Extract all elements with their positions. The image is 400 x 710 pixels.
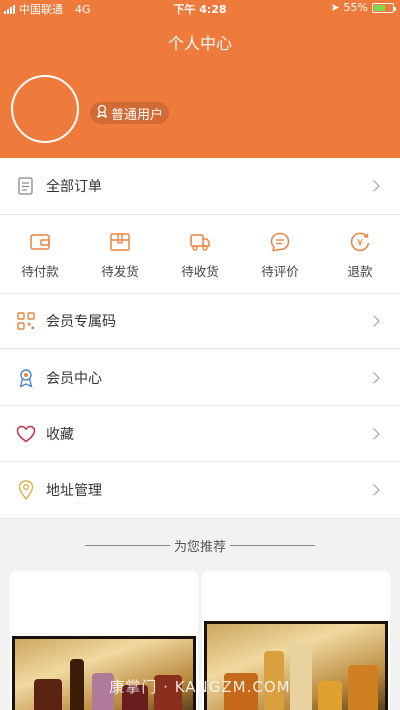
order-status-bar: 待付款 待发货 待收货 待评价 ¥ 退款 — [0, 215, 400, 294]
package-icon — [109, 231, 131, 253]
member-code-row[interactable]: 会员专属码 — [0, 294, 400, 349]
order-status-label: 待收货 — [181, 264, 219, 279]
battery-percent: 55% — [343, 1, 368, 14]
chevron-right-icon — [368, 427, 380, 440]
location-pin-icon — [16, 480, 36, 500]
order-status-label: 退款 — [347, 264, 373, 279]
order-status-label: 待评价 — [261, 264, 299, 279]
wallet-icon — [29, 231, 51, 253]
status-bar: 中国联通 4G 下午 4:28 ➤ 55% — [0, 0, 400, 16]
address-management-row[interactable]: 地址管理 — [0, 462, 400, 519]
location-arrow-icon: ➤ — [330, 1, 340, 14]
all-orders-label: 全部订单 — [46, 179, 102, 195]
ribbon-icon — [96, 104, 108, 122]
avatar[interactable] — [11, 75, 79, 143]
order-status-label: 待发货 — [101, 264, 139, 279]
divider — [230, 545, 315, 546]
order-status-pending-payment[interactable]: 待付款 — [0, 215, 80, 293]
order-status-refund[interactable]: ¥ 退款 — [320, 215, 400, 293]
product-image — [12, 636, 196, 710]
user-level-label: 普通用户 — [111, 107, 164, 123]
order-status-pending-review[interactable]: 待评价 — [240, 215, 320, 293]
truck-icon — [189, 231, 211, 253]
menu-label: 会员专属码 — [46, 314, 116, 330]
orders-list-icon — [16, 176, 36, 196]
order-status-pending-receipt[interactable]: 待收货 — [160, 215, 240, 293]
watermark: 康掌门 · KANGZM.COM — [109, 678, 291, 696]
qrcode-icon — [16, 311, 36, 331]
page-title: 个人中心 — [167, 34, 232, 53]
heart-icon — [16, 424, 36, 444]
chevron-right-icon — [368, 371, 380, 384]
refund-icon: ¥ — [349, 231, 371, 253]
menu-label: 收藏 — [46, 426, 74, 443]
menu-label: 地址管理 — [46, 483, 102, 499]
profile-header: 中国联通 4G 下午 4:28 ➤ 55% 个人中心 普通用户 — [0, 0, 400, 158]
chevron-right-icon — [368, 315, 380, 327]
order-status-label: 待付款 — [21, 264, 59, 279]
comment-icon — [269, 231, 291, 253]
medal-icon — [16, 368, 36, 388]
menu-label: 会员中心 — [46, 370, 102, 387]
user-level-badge: 普通用户 — [90, 102, 170, 124]
svg-text:¥: ¥ — [357, 238, 363, 249]
recommend-title: 为您推荐 — [173, 540, 226, 555]
all-orders-row[interactable]: 全部订单 — [0, 158, 400, 215]
battery-icon — [372, 2, 396, 13]
chevron-right-icon — [368, 180, 380, 192]
member-center-row[interactable]: 会员中心 — [0, 350, 400, 406]
chevron-right-icon — [368, 484, 380, 496]
favorites-row[interactable]: 收藏 — [0, 406, 400, 462]
order-status-pending-shipment[interactable]: 待发货 — [80, 215, 160, 293]
